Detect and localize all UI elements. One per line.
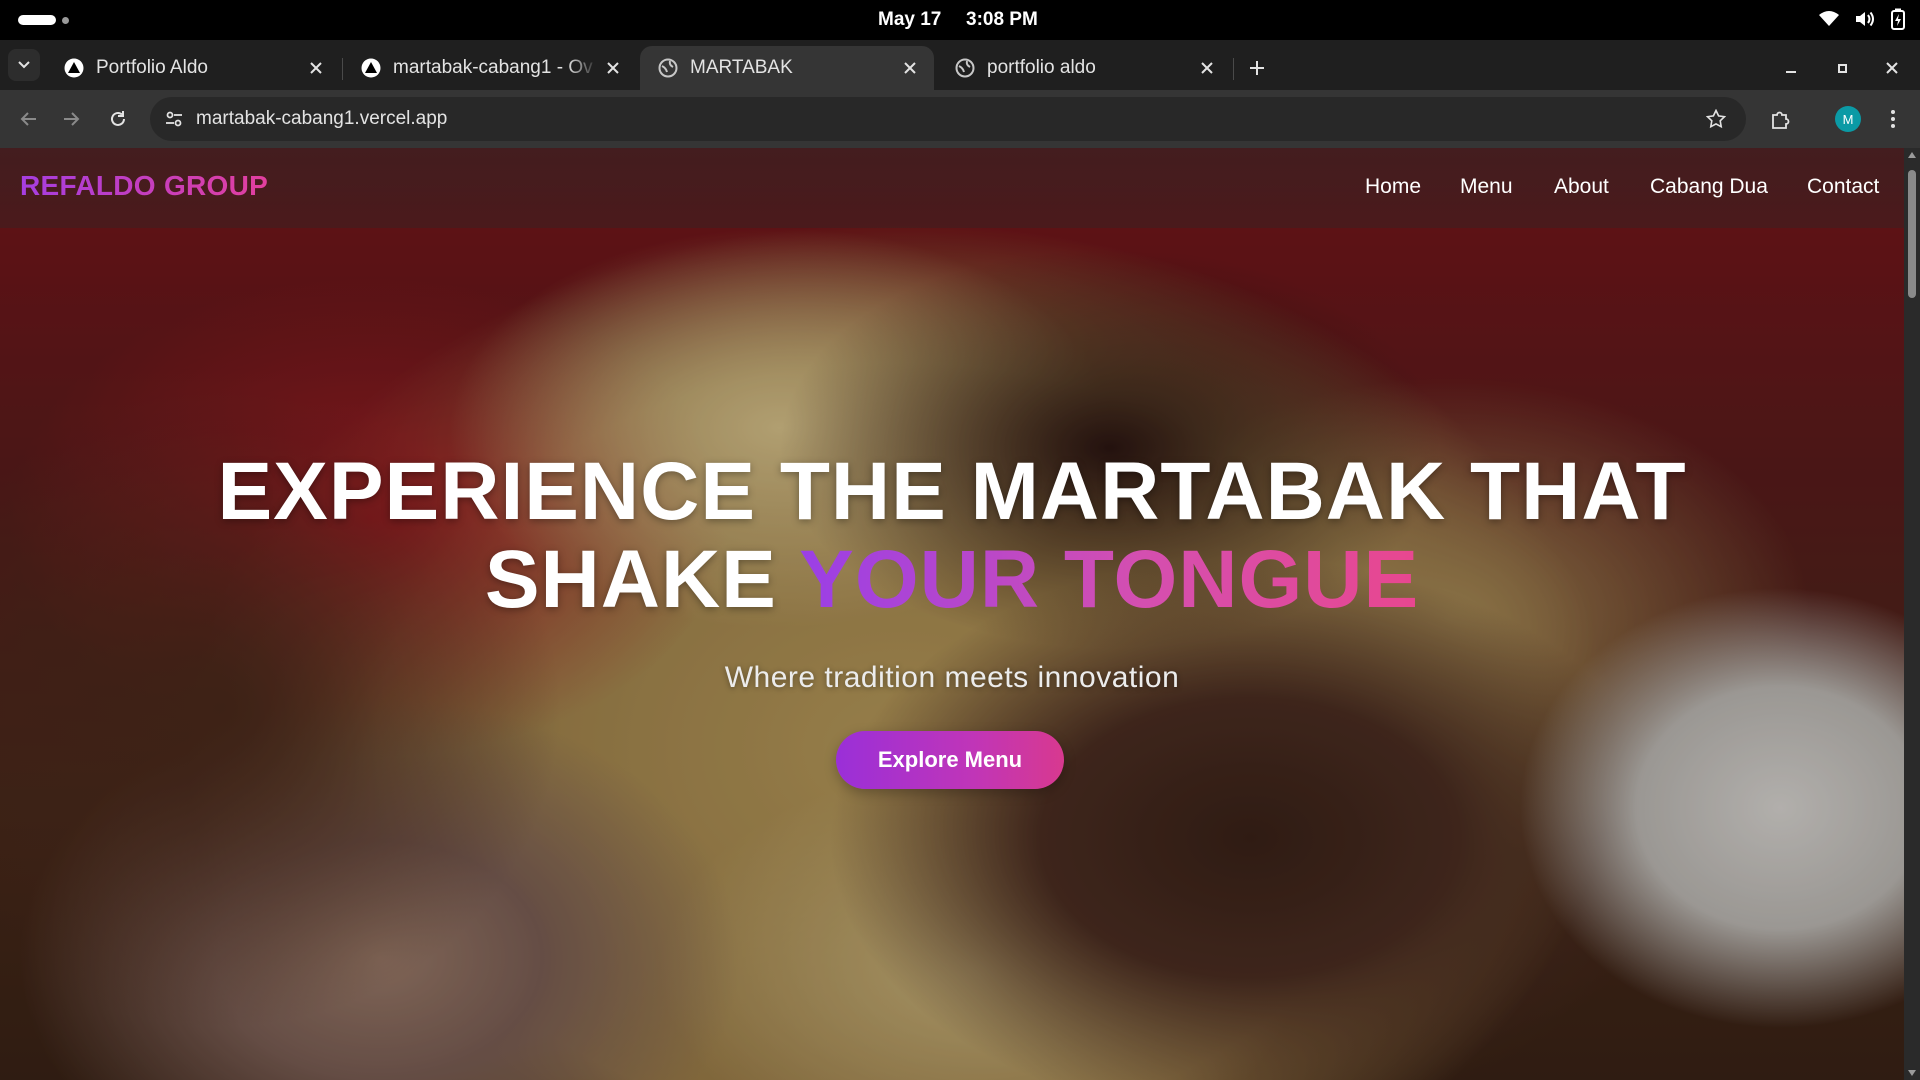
new-tab-button[interactable] <box>1243 54 1271 82</box>
tab-search-button[interactable] <box>8 49 40 81</box>
tab-title: Portfolio Aldo <box>96 57 208 78</box>
globe-icon <box>658 58 678 78</box>
close-tab-icon[interactable] <box>603 58 623 78</box>
tab-title: martabak-cabang1 - Ov <box>393 57 593 78</box>
desk-indicator-dot <box>62 17 69 24</box>
headline-line-2: SHAKE <box>484 534 800 625</box>
headline-line-1: EXPERIENCE THE MARTABAK THAT <box>217 446 1687 537</box>
site-settings-icon[interactable] <box>160 105 188 133</box>
url-text[interactable]: martabak-cabang1.vercel.app <box>196 108 447 130</box>
wifi-icon <box>1819 11 1839 26</box>
close-window-button[interactable] <box>1878 54 1906 82</box>
tab-portfolio-aldo[interactable]: Portfolio Aldo <box>46 46 340 90</box>
system-tray[interactable] <box>1818 8 1906 30</box>
maximize-button[interactable] <box>1828 54 1856 82</box>
headline-highlight: YOUR TONGUE <box>799 534 1420 625</box>
bookmark-star-icon[interactable] <box>1702 105 1730 133</box>
close-tab-icon[interactable] <box>306 58 326 78</box>
minimize-button[interactable] <box>1777 54 1805 82</box>
nav-about[interactable]: About <box>1554 175 1609 199</box>
chevron-down-icon <box>18 61 30 69</box>
more-vert-icon <box>1891 110 1895 128</box>
scroll-up-arrow-icon[interactable] <box>1908 152 1916 158</box>
address-bar[interactable]: martabak-cabang1.vercel.app <box>150 97 1746 141</box>
system-time: 3:08 PM <box>966 9 1038 30</box>
plus-icon <box>1250 61 1264 75</box>
web-page: REFALDO GROUP Home Menu About Cabang Dua… <box>0 148 1904 1080</box>
hero-subtitle: Where tradition meets innovation <box>724 661 1180 694</box>
scroll-thumb[interactable] <box>1908 170 1916 298</box>
tab-portfolio-aldo-2[interactable]: portfolio aldo <box>937 46 1231 90</box>
tab-martabak[interactable]: MARTABAK <box>640 46 934 90</box>
hero-headline: EXPERIENCE THE MARTABAK THAT SHAKE YOUR … <box>0 448 1904 624</box>
page-scrollbar[interactable] <box>1904 148 1920 1080</box>
triangle-icon <box>361 58 381 78</box>
extensions-button[interactable] <box>1767 105 1795 133</box>
explore-menu-button[interactable]: Explore Menu <box>836 731 1064 789</box>
tab-title: portfolio aldo <box>987 57 1096 78</box>
close-tab-icon[interactable] <box>1197 58 1217 78</box>
site-navbar: REFALDO GROUP Home Menu About Cabang Dua… <box>0 148 1904 228</box>
system-status-bar: May 17 3:08 PM <box>0 0 1920 40</box>
triangle-icon <box>64 58 84 78</box>
forward-button[interactable] <box>58 105 86 133</box>
browser-menu-button[interactable] <box>1879 105 1907 133</box>
close-tab-icon[interactable] <box>900 58 920 78</box>
system-date: May 17 <box>878 9 942 30</box>
brand-logo[interactable]: REFALDO GROUP <box>20 170 268 202</box>
back-button[interactable] <box>14 105 42 133</box>
globe-icon <box>955 58 975 78</box>
nav-cabang-dua[interactable]: Cabang Dua <box>1650 175 1768 199</box>
reload-icon <box>111 111 125 126</box>
profile-avatar[interactable]: M <box>1835 106 1861 132</box>
close-icon <box>1886 62 1898 74</box>
volume-icon <box>1856 11 1874 27</box>
nav-menu[interactable]: Menu <box>1460 175 1513 199</box>
nav-contact[interactable]: Contact <box>1807 175 1879 199</box>
arrow-right-icon <box>64 112 80 126</box>
launcher-pill[interactable] <box>18 15 56 25</box>
minimize-icon <box>1786 71 1796 73</box>
browser-tab-strip: Portfolio Aldo martabak-cabang1 - Ov MAR… <box>0 40 1920 90</box>
browser-toolbar: martabak-cabang1.vercel.app M <box>0 90 1920 148</box>
nav-home[interactable]: Home <box>1365 175 1421 199</box>
arrow-left-icon <box>20 112 36 126</box>
tab-martabak-cabang1[interactable]: martabak-cabang1 - Ov <box>343 46 637 90</box>
scroll-down-arrow-icon[interactable] <box>1908 1070 1916 1076</box>
reload-button[interactable] <box>104 105 132 133</box>
puzzle-icon <box>1772 111 1790 129</box>
tab-separator <box>1233 58 1234 80</box>
restore-icon <box>1838 64 1847 73</box>
tab-title: MARTABAK <box>690 57 793 78</box>
battery-icon <box>1891 8 1905 30</box>
